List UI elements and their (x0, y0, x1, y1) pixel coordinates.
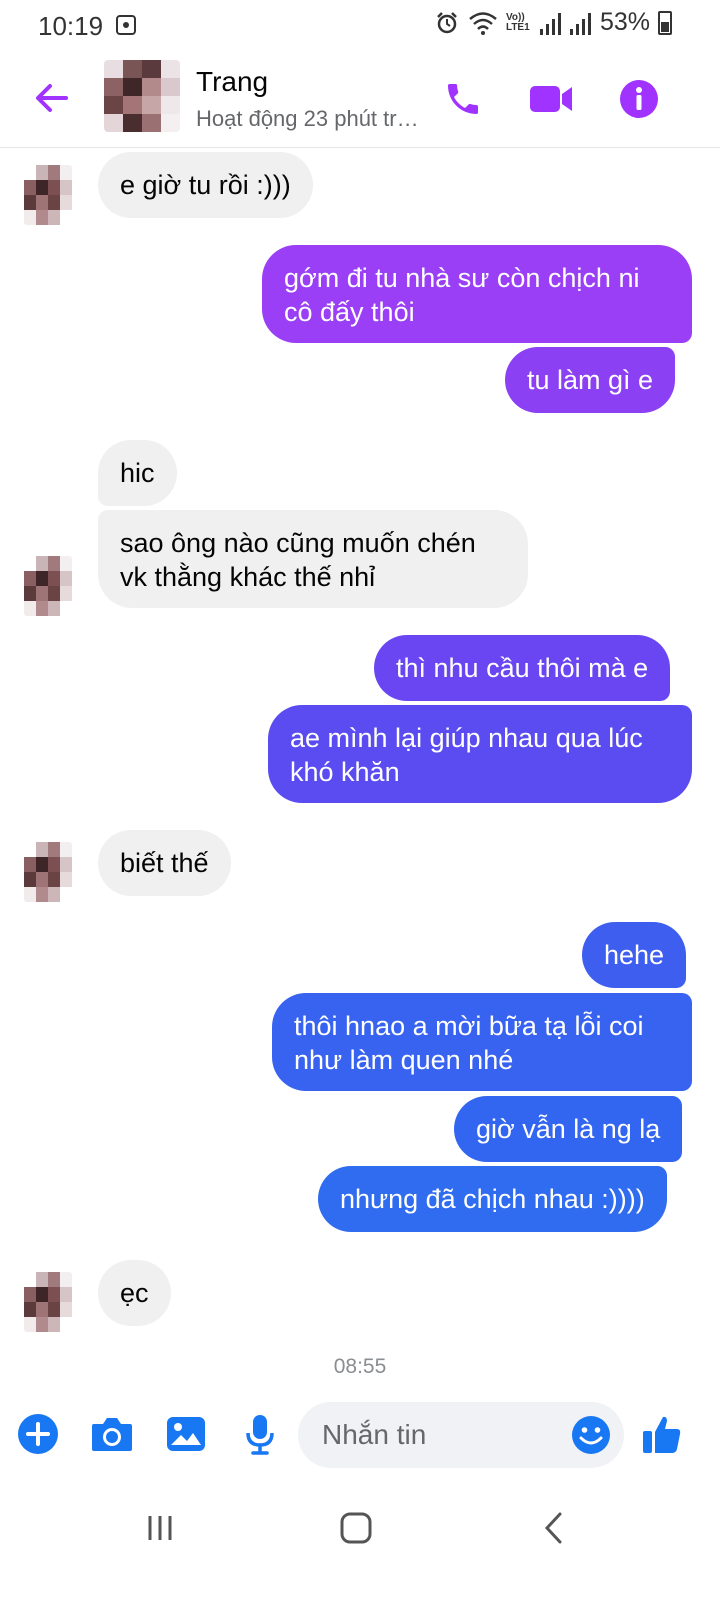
image-icon (167, 1417, 205, 1451)
sender-avatar (24, 165, 72, 225)
message-timestamp: 08:55 (333, 1355, 387, 1378)
battery-icon (658, 10, 672, 35)
microphone-icon (246, 1415, 274, 1455)
message-bubble-incoming[interactable]: hic (98, 440, 177, 506)
battery-percent: 53% (599, 8, 650, 36)
recent-apps-icon (148, 1516, 172, 1540)
smiley-icon (572, 1416, 610, 1454)
signal-icon (539, 12, 561, 35)
sender-avatar (24, 556, 72, 616)
voice-message-button[interactable] (236, 1410, 284, 1458)
info-button[interactable] (614, 74, 664, 124)
gallery-button[interactable] (162, 1410, 210, 1458)
message-bubble-outgoing[interactable]: nhưng đã chịch nhau :)))) (318, 1166, 667, 1232)
message-bubble-incoming[interactable]: sao ông nào cũng muốn chén vk thằng khác… (98, 510, 528, 608)
plus-circle-icon (18, 1414, 58, 1454)
video-call-button[interactable] (526, 74, 576, 124)
thumbs-up-icon (643, 1416, 681, 1453)
back-nav-button[interactable] (524, 1506, 584, 1550)
voice-call-button[interactable] (438, 74, 488, 124)
message-bubble-outgoing[interactable]: gớm đi tu nhà sư còn chịch ni cô đấy thô… (262, 245, 692, 343)
message-bubble-incoming[interactable]: biết thế (98, 830, 231, 896)
contact-name[interactable]: Trang (196, 66, 268, 98)
system-navigation-bar (0, 1480, 720, 1600)
signal-icon-2 (569, 12, 591, 35)
phone-icon (448, 84, 478, 114)
status-indicators: Vo)) LTE1 53% (434, 8, 672, 37)
contact-active-status: Hoạt động 23 phút trước (196, 106, 426, 131)
message-bubble-outgoing[interactable]: ae mình lại giúp nhau qua lúc khó khăn (268, 705, 692, 803)
message-bubble-outgoing[interactable]: thì nhu cầu thôi mà e (374, 635, 671, 701)
messenger-chat-screen: 10:19 Vo)) LTE1 53% Trang Hoạt động 23 p… (0, 0, 720, 1600)
chat-header: Trang Hoạt động 23 phút trước (0, 52, 720, 148)
camera-button[interactable] (88, 1410, 136, 1458)
message-composer (0, 1396, 720, 1480)
message-bubble-outgoing[interactable]: tu làm gì e (505, 347, 676, 413)
more-actions-button[interactable] (14, 1410, 62, 1458)
message-bubble-outgoing[interactable]: thôi hnao a mời bữa tạ lỗi coi như làm q… (272, 993, 692, 1091)
contact-avatar[interactable] (104, 60, 180, 132)
home-icon (340, 1512, 372, 1544)
sender-avatar (24, 842, 72, 902)
like-button[interactable] (638, 1410, 686, 1458)
wifi-icon (469, 11, 497, 35)
status-bar: 10:19 Vo)) LTE1 53% (0, 0, 720, 52)
sender-avatar (24, 1272, 72, 1332)
alarm-icon (437, 11, 457, 33)
home-button[interactable] (326, 1506, 386, 1550)
status-time: 10:19 (38, 11, 104, 41)
video-camera-icon (530, 86, 572, 112)
message-bubble-outgoing[interactable]: giờ vẫn là ng lạ (454, 1096, 683, 1162)
info-icon (620, 80, 658, 118)
message-bubble-incoming[interactable]: ẹc (98, 1260, 171, 1326)
camera-icon (92, 1418, 132, 1451)
chevron-left-icon (544, 1512, 562, 1544)
message-bubble-outgoing[interactable]: hehe (582, 922, 687, 988)
notification-icon (116, 15, 136, 35)
message-bubble-incoming[interactable]: e giờ tu rồi :))) (98, 152, 313, 218)
back-button[interactable] (30, 76, 74, 120)
network-label: Vo)) LTE1 (505, 11, 530, 33)
emoji-button[interactable] (570, 1414, 612, 1456)
recent-apps-button[interactable] (130, 1506, 190, 1550)
arrow-left-icon (36, 84, 68, 112)
